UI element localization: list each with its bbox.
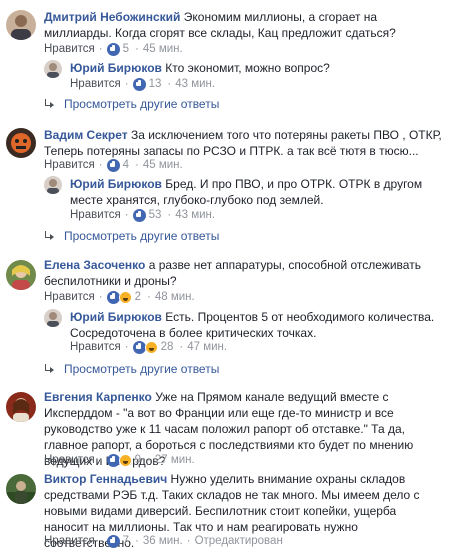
timestamp[interactable]: 47 мин. bbox=[187, 339, 227, 355]
like-reaction-icon[interactable] bbox=[106, 453, 120, 467]
reaction-count[interactable]: 28 bbox=[161, 339, 174, 355]
comment-author[interactable]: Виктор Геннадьевич bbox=[44, 472, 167, 486]
like-button[interactable]: Нравится bbox=[44, 533, 95, 549]
like-button[interactable]: Нравится bbox=[44, 157, 95, 173]
haha-reaction-icon[interactable] bbox=[144, 340, 158, 354]
like-button[interactable]: Нравится bbox=[44, 41, 95, 57]
timestamp[interactable]: 36 мин. bbox=[143, 533, 183, 549]
avatar[interactable] bbox=[44, 309, 62, 327]
view-more-replies-link[interactable]: Просмотреть другие ответы bbox=[44, 228, 219, 244]
view-more-replies-label[interactable]: Просмотреть другие ответы bbox=[64, 228, 219, 244]
like-button[interactable]: Нравится bbox=[70, 339, 121, 355]
comment-author[interactable]: Дмитрий Небожинский bbox=[44, 10, 180, 24]
like-reaction-icon[interactable] bbox=[106, 158, 120, 172]
reply-arrow-icon bbox=[44, 99, 56, 109]
haha-reaction-icon[interactable] bbox=[118, 290, 132, 304]
timestamp[interactable]: 43 мин. bbox=[175, 207, 215, 223]
reply-body: Юрий Бирюков Бред. И про ПВО, и про ОТРК… bbox=[70, 176, 442, 208]
reply-author[interactable]: Юрий Бирюков bbox=[70, 61, 162, 75]
reaction-count[interactable]: 9 bbox=[135, 452, 141, 468]
reply-body: Юрий Бирюков Есть. Процентов 5 от необхо… bbox=[70, 309, 442, 341]
reply-actions: Нравится · 28 · 47 мин. bbox=[70, 339, 228, 355]
view-more-replies-link[interactable]: Просмотреть другие ответы bbox=[44, 96, 219, 112]
comment-actions: Нравится · 9 · 27 мин. bbox=[44, 452, 195, 468]
avatar[interactable] bbox=[6, 260, 36, 290]
view-more-replies-link[interactable]: Просмотреть другие ответы bbox=[44, 361, 219, 377]
edited-label[interactable]: Отредактирован bbox=[195, 533, 283, 549]
like-reaction-icon[interactable] bbox=[106, 534, 120, 548]
like-button[interactable]: Нравится bbox=[44, 452, 95, 468]
reaction-count[interactable]: 7 bbox=[123, 533, 129, 549]
avatar[interactable] bbox=[6, 392, 36, 422]
avatar[interactable] bbox=[6, 474, 36, 504]
avatar[interactable] bbox=[6, 10, 36, 40]
comment-author[interactable]: Вадим Секрет bbox=[44, 128, 128, 142]
reply-actions: Нравится · 53 · 43 мин. bbox=[70, 207, 216, 223]
like-reaction-icon[interactable] bbox=[106, 42, 120, 56]
reaction-count[interactable]: 4 bbox=[123, 157, 129, 173]
timestamp[interactable]: 48 мин. bbox=[155, 289, 195, 305]
like-reaction-icon[interactable] bbox=[132, 208, 146, 222]
comment-author[interactable]: Евгения Карпенко bbox=[44, 390, 152, 404]
view-more-replies-label[interactable]: Просмотреть другие ответы bbox=[64, 96, 219, 112]
haha-reaction-icon[interactable] bbox=[118, 453, 132, 467]
comment-author[interactable]: Елена Засоченко bbox=[44, 258, 145, 272]
like-button[interactable]: Нравится bbox=[70, 207, 121, 223]
comment-body: Дмитрий Небожинский Экономим миллионы, а… bbox=[44, 9, 442, 41]
avatar[interactable] bbox=[44, 60, 62, 78]
reply-body: Юрий Бирюков Кто экономит, можно вопрос? bbox=[70, 60, 442, 76]
comment-actions: Нравится · 4 · 45 мин. bbox=[44, 157, 183, 173]
timestamp[interactable]: 27 мин. bbox=[155, 452, 195, 468]
avatar[interactable] bbox=[44, 176, 62, 194]
like-reaction-icon[interactable] bbox=[132, 340, 146, 354]
reply-arrow-icon bbox=[44, 364, 56, 374]
view-more-replies-label[interactable]: Просмотреть другие ответы bbox=[64, 361, 219, 377]
like-button[interactable]: Нравится bbox=[70, 76, 121, 92]
like-button[interactable]: Нравится bbox=[44, 289, 95, 305]
comment-actions: Нравится · 2 · 48 мин. bbox=[44, 289, 195, 305]
reply-author[interactable]: Юрий Бирюков bbox=[70, 177, 162, 191]
timestamp[interactable]: 45 мин. bbox=[143, 41, 183, 57]
like-reaction-icon[interactable] bbox=[132, 77, 146, 91]
reaction-count[interactable]: 13 bbox=[149, 76, 162, 92]
reaction-count[interactable]: 53 bbox=[149, 207, 162, 223]
reaction-count[interactable]: 2 bbox=[135, 289, 141, 305]
avatar[interactable] bbox=[6, 128, 36, 158]
comment-body: Елена Засоченко а разве нет аппаратуры, … bbox=[44, 257, 442, 289]
comment-actions: Нравится · 7 · 36 мин. · Отредактирован bbox=[44, 533, 283, 549]
timestamp[interactable]: 45 мин. bbox=[143, 157, 183, 173]
comment-actions: Нравится · 5 · 45 мин. bbox=[44, 41, 183, 57]
reaction-count[interactable]: 5 bbox=[123, 41, 129, 57]
reply-arrow-icon bbox=[44, 231, 56, 241]
reply-author[interactable]: Юрий Бирюков bbox=[70, 310, 162, 324]
reply-actions: Нравится · 13 · 43 мин. bbox=[70, 76, 216, 92]
reply-text: Кто экономит, можно вопрос? bbox=[165, 61, 330, 75]
like-reaction-icon[interactable] bbox=[106, 290, 120, 304]
timestamp[interactable]: 43 мин. bbox=[175, 76, 215, 92]
comment-body: Вадим Секрет За исключением того что пот… bbox=[44, 127, 442, 159]
